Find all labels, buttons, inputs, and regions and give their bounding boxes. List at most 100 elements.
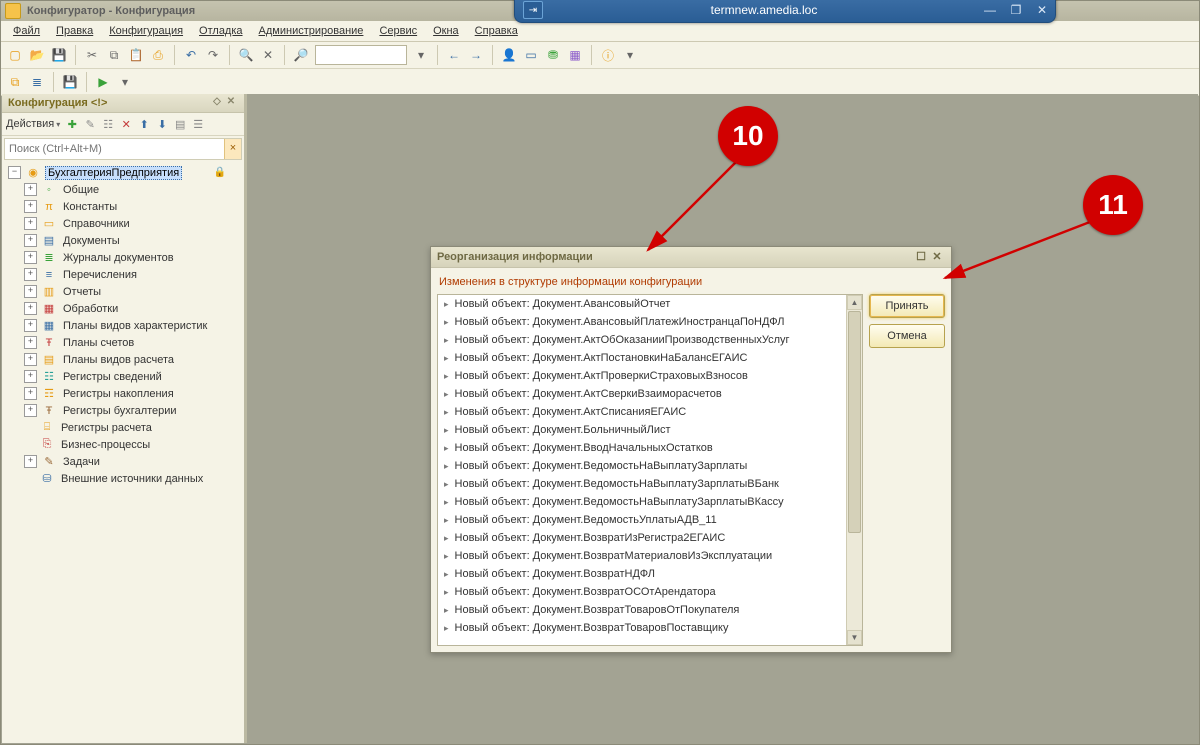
dropdown-icon[interactable]: ▾ xyxy=(411,45,431,65)
tree-item[interactable]: +ŦПланы счетов xyxy=(4,334,244,351)
menu-edit[interactable]: Правка xyxy=(48,23,101,39)
edit-icon[interactable]: ✎ xyxy=(82,116,98,132)
print-icon[interactable]: ⎙ xyxy=(148,45,168,65)
list-item[interactable]: ▸Новый объект: Документ.АвансовыйПлатежИ… xyxy=(438,313,847,331)
tree-item[interactable]: +◦Общие xyxy=(4,181,244,198)
tree-item[interactable]: +✎Задачи xyxy=(4,453,244,470)
layers-icon[interactable]: ≣ xyxy=(27,72,47,92)
open-icon[interactable]: 📂 xyxy=(27,45,47,65)
copy-icon[interactable]: ⧉ xyxy=(104,45,124,65)
find-clear-icon[interactable]: ✕ xyxy=(258,45,278,65)
undo-icon[interactable]: ↶ xyxy=(181,45,201,65)
list-item[interactable]: ▸Новый объект: Документ.ВозвратНДФЛ xyxy=(438,565,847,583)
cancel-button[interactable]: Отмена xyxy=(869,324,945,348)
run-icon[interactable]: ▶ xyxy=(93,72,113,92)
list-item[interactable]: ▸Новый объект: Документ.ВедомостьУплатыА… xyxy=(438,511,847,529)
dialog-maximize-icon[interactable]: ☐ xyxy=(913,250,929,264)
list-item[interactable]: ▸Новый объект: Документ.АвансовыйОтчет xyxy=(438,295,847,313)
scroll-thumb[interactable] xyxy=(848,311,861,533)
menu-config[interactable]: Конфигурация xyxy=(101,23,191,39)
tree-item[interactable]: +πКонстанты xyxy=(4,198,244,215)
tree-item[interactable]: +≣Журналы документов xyxy=(4,249,244,266)
paste-icon[interactable]: 📋 xyxy=(126,45,146,65)
search-combo[interactable] xyxy=(315,45,407,65)
tree-item[interactable]: +ŦРегистры бухгалтерии xyxy=(4,402,244,419)
list-item[interactable]: ▸Новый объект: Документ.АктСверкиВзаимор… xyxy=(438,385,847,403)
config-tree[interactable]: − ◉ БухгалтерияПредприятия 🔒 +◦Общие+πКо… xyxy=(2,162,244,743)
tree-icon[interactable]: ⧉ xyxy=(5,72,25,92)
remote-close-icon[interactable]: ✕ xyxy=(1033,3,1051,17)
menu-debug[interactable]: Отладка xyxy=(191,23,250,39)
tree-item[interactable]: +▤Планы видов расчета xyxy=(4,351,244,368)
menu-service[interactable]: Сервис xyxy=(371,23,425,39)
list-item[interactable]: ▸Новый объект: Документ.ВедомостьНаВыпла… xyxy=(438,457,847,475)
tree-item[interactable]: +≡Перечисления xyxy=(4,266,244,283)
tree-item[interactable]: +▥Отчеты xyxy=(4,283,244,300)
help-drop-icon[interactable]: ▾ xyxy=(620,45,640,65)
db-icon[interactable]: ⛃ xyxy=(543,45,563,65)
sort-icon[interactable]: ▤ xyxy=(172,116,188,132)
folder-icon[interactable]: ▭ xyxy=(521,45,541,65)
menu-admin[interactable]: Администрирование xyxy=(251,23,372,39)
panel-close-icon[interactable]: ✕ xyxy=(224,96,238,110)
up-icon[interactable]: ⬆ xyxy=(136,116,152,132)
props-icon[interactable]: ☷ xyxy=(100,116,116,132)
list-item[interactable]: ▸Новый объект: Документ.БольничныйЛист xyxy=(438,421,847,439)
menu-windows[interactable]: Окна xyxy=(425,23,467,39)
tree-item[interactable]: +☶Регистры накопления xyxy=(4,385,244,402)
back-icon[interactable]: ← xyxy=(444,45,464,65)
tree-item[interactable]: +▦Планы видов характеристик xyxy=(4,317,244,334)
search-clear-icon[interactable]: × xyxy=(224,139,241,159)
new-icon[interactable]: ▢ xyxy=(5,45,25,65)
list-item[interactable]: ▸Новый объект: Документ.ВозвратТоваровОт… xyxy=(438,601,847,619)
down-icon[interactable]: ⬇ xyxy=(154,116,170,132)
accept-button[interactable]: Принять xyxy=(869,294,945,318)
tree-item[interactable]: +☷Регистры сведений xyxy=(4,368,244,385)
remote-restore-icon[interactable]: ❐ xyxy=(1007,3,1025,17)
cut-icon[interactable]: ✂ xyxy=(82,45,102,65)
add-icon[interactable]: ✚ xyxy=(64,116,80,132)
save-config-icon[interactable]: 💾 xyxy=(60,72,80,92)
list-item[interactable]: ▸Новый объект: Документ.ВводНачальныхОст… xyxy=(438,439,847,457)
list-item[interactable]: ▸Новый объект: Документ.ВедомостьНаВыпла… xyxy=(438,475,847,493)
list-item[interactable]: ▸Новый объект: Документ.ВозвратМатериало… xyxy=(438,547,847,565)
tree-item[interactable]: ⛁Внешние источники данных xyxy=(4,470,244,487)
redo-icon[interactable]: ↷ xyxy=(203,45,223,65)
delete-icon[interactable]: ✕ xyxy=(118,116,134,132)
person-icon[interactable]: 👤 xyxy=(499,45,519,65)
tree-root[interactable]: − ◉ БухгалтерияПредприятия 🔒 xyxy=(4,164,244,181)
menu-file[interactable]: Файл xyxy=(5,23,48,39)
find-icon[interactable]: 🔍 xyxy=(236,45,256,65)
table-icon[interactable]: ▦ xyxy=(565,45,585,65)
actions-menu[interactable]: Действия xyxy=(6,118,62,130)
forward-icon[interactable]: → xyxy=(466,45,486,65)
list-item[interactable]: ▸Новый объект: Документ.АктПроверкиСтрах… xyxy=(438,367,847,385)
list-item[interactable]: ▸Новый объект: Документ.АктПостановкиНаБ… xyxy=(438,349,847,367)
tree-item[interactable]: +▤Документы xyxy=(4,232,244,249)
scroll-down-icon[interactable]: ▼ xyxy=(847,630,862,645)
run-drop-icon[interactable]: ▾ xyxy=(115,72,135,92)
zoom-icon[interactable]: 🔎 xyxy=(291,45,311,65)
tree-item[interactable]: ⌸Регистры расчета xyxy=(4,419,244,436)
list-item[interactable]: ▸Новый объект: Документ.ВозвратОСОтАренд… xyxy=(438,583,847,601)
list-item[interactable]: ▸Новый объект: Документ.ВедомостьНаВыпла… xyxy=(438,493,847,511)
list-item[interactable]: ▸Новый объект: Документ.АктСписанияЕГАИС xyxy=(438,403,847,421)
list-item[interactable]: ▸Новый объект: Документ.ВозвратИзРегистр… xyxy=(438,529,847,547)
dialog-close-icon[interactable]: ✕ xyxy=(929,250,945,264)
scroll-up-icon[interactable]: ▲ xyxy=(847,295,862,310)
list-item[interactable]: ▸Новый объект: Документ.АктОбОказанииПро… xyxy=(438,331,847,349)
tree-item[interactable]: +▭Справочники xyxy=(4,215,244,232)
remote-minimize-icon[interactable]: — xyxy=(981,3,999,17)
help-icon[interactable]: ⓘ xyxy=(598,45,618,65)
save-icon[interactable]: 💾 xyxy=(49,45,69,65)
changes-list[interactable]: ▸Новый объект: Документ.АвансовыйОтчет▸Н… xyxy=(437,294,863,646)
tree-item[interactable]: +▦Обработки xyxy=(4,300,244,317)
tree-item[interactable]: ⎘Бизнес-процессы xyxy=(4,436,244,453)
pin-icon[interactable]: ⇥ xyxy=(523,1,543,19)
search-input[interactable] xyxy=(5,143,224,155)
scrollbar[interactable]: ▲ ▼ xyxy=(846,295,862,645)
panel-pin-icon[interactable]: ◇ xyxy=(210,96,224,110)
menu-help[interactable]: Справка xyxy=(467,23,526,39)
list-item[interactable]: ▸Новый объект: Документ.ВозвратТоваровПо… xyxy=(438,619,847,637)
filter-icon[interactable]: ☰ xyxy=(190,116,206,132)
